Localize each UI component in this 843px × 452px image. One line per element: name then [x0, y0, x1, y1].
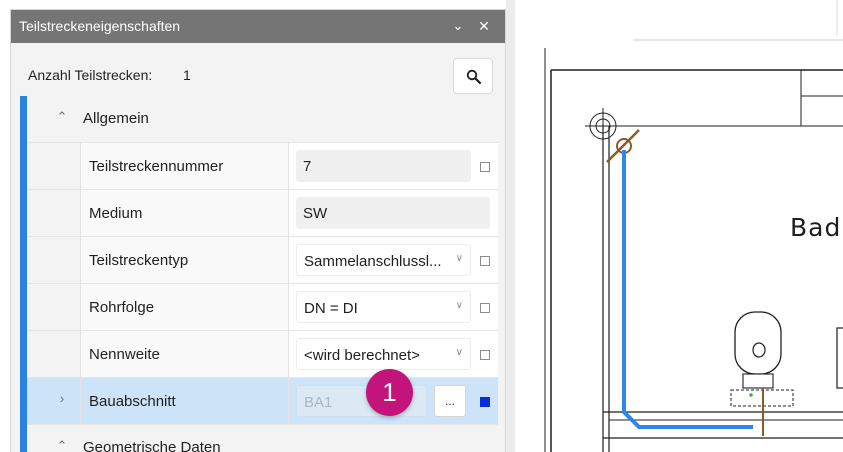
property-row-construction-section[interactable]: › Bauabschnitt BA1 ...: [27, 378, 498, 425]
group-general[interactable]: ⌃ Allgemein: [27, 96, 498, 143]
nominal-width-checkbox[interactable]: [480, 350, 490, 360]
chevron-down-icon: ∨: [455, 300, 463, 311]
property-label: Teilstreckennummer: [89, 158, 224, 175]
property-label: Nennweite: [89, 346, 160, 363]
segment-type-checkbox[interactable]: [480, 256, 490, 266]
pipe-sequence-checkbox[interactable]: [480, 303, 490, 313]
browse-button[interactable]: ...: [434, 385, 466, 417]
pipe-sequence-value: DN = DI: [304, 300, 358, 317]
nominal-width-dropdown[interactable]: <wird berechnet> ∨: [296, 338, 471, 370]
property-label: Medium: [89, 205, 143, 222]
chevron-down-icon: ∨: [455, 347, 463, 358]
property-row-segment-number: Teilstreckennummer 7: [27, 143, 498, 190]
chevron-up-icon[interactable]: ⌃: [54, 438, 70, 452]
callout-badge: 1: [366, 369, 413, 416]
segment-number-checkbox[interactable]: [480, 162, 490, 172]
selection-accent-bar: [20, 96, 27, 452]
chevron-down-icon[interactable]: ⌄: [448, 16, 468, 36]
segment-count-value: 1: [183, 67, 191, 83]
properties-panel: Teilstreckeneigenschaften ⌄ ✕ Anzahl Tei…: [10, 9, 506, 452]
search-button[interactable]: [453, 58, 493, 94]
group-geometry[interactable]: ⌃ Geometrische Daten: [27, 425, 498, 452]
segment-count-label: Anzahl Teilstrecken:: [28, 67, 153, 83]
chevron-down-icon: ∨: [455, 253, 463, 264]
pipe-sequence-dropdown[interactable]: DN = DI ∨: [296, 291, 471, 323]
segment-number-field[interactable]: 7: [296, 150, 471, 182]
group-geometry-label: Geometrische Daten: [83, 439, 221, 452]
search-icon: [466, 69, 482, 85]
property-row-nominal-width: Nennweite <wird berechnet> ∨: [27, 331, 498, 378]
segment-type-value: Sammelanschlussl...: [304, 253, 442, 270]
construction-section-checkbox[interactable]: [480, 397, 490, 407]
group-general-label: Allgemein: [83, 110, 149, 127]
nominal-width-value: <wird berechnet>: [304, 347, 420, 364]
property-label: Rohrfolge: [89, 299, 155, 316]
segment-count-row: Anzahl Teilstrecken: 1: [11, 43, 505, 94]
room-label: Bad: [790, 213, 842, 242]
property-label: Bauabschnitt: [89, 393, 176, 410]
medium-field[interactable]: SW: [296, 197, 490, 229]
close-icon[interactable]: ✕: [474, 16, 494, 36]
splitter[interactable]: [506, 0, 515, 452]
chevron-up-icon[interactable]: ⌃: [54, 109, 70, 127]
property-row-segment-type: Teilstreckentyp Sammelanschlussl... ∨: [27, 237, 498, 284]
property-row-pipe-sequence: Rohrfolge DN = DI ∨: [27, 284, 498, 331]
panel-title: Teilstreckeneigenschaften: [19, 18, 181, 34]
property-grid: ⌃ Allgemein Teilstreckennummer 7 Medium …: [27, 96, 498, 452]
segment-type-dropdown[interactable]: Sammelanschlussl... ∨: [296, 244, 471, 276]
property-row-medium: Medium SW: [27, 190, 498, 237]
drawing-canvas[interactable]: Bad: [515, 0, 843, 452]
chevron-right-icon[interactable]: ›: [54, 391, 70, 409]
panel-titlebar: Teilstreckeneigenschaften ⌄ ✕: [11, 10, 505, 43]
property-label: Teilstreckentyp: [89, 252, 189, 269]
